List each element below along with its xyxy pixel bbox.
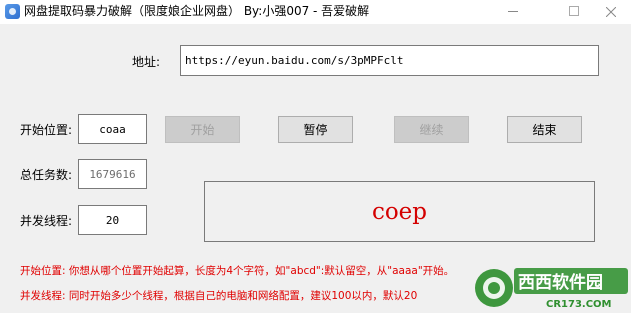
watermark-brand: 西西软件园 — [518, 272, 603, 293]
threads-input[interactable]: 20 — [78, 205, 147, 235]
resume-button[interactable]: 继续 — [394, 116, 469, 143]
address-label: 地址: — [132, 55, 161, 69]
maximize-icon — [569, 6, 579, 16]
pause-button[interactable]: 暂停 — [278, 116, 353, 143]
window-title: 网盘提取码暴力破解（限度娘企业网盘） By:小强007 - 吾爱破解 — [24, 4, 370, 18]
end-button[interactable]: 结束 — [507, 116, 582, 143]
watermark-domain: CR173.COM — [546, 299, 612, 310]
total-tasks-label: 总任务数: — [20, 168, 73, 182]
close-button[interactable] — [588, 0, 631, 24]
help-start-position: 开始位置: 你想从哪个位置开始起算，长度为4个字符，如"abcd":默认留空，从… — [20, 265, 455, 277]
close-icon — [605, 6, 617, 18]
minimize-icon — [508, 10, 518, 12]
start-position-label: 开始位置: — [20, 123, 73, 137]
title-bar: 网盘提取码暴力破解（限度娘企业网盘） By:小强007 - 吾爱破解 — [0, 0, 631, 24]
address-input[interactable]: https://eyun.baidu.com/s/3pMPFclt — [180, 45, 599, 76]
total-tasks-input[interactable]: 1679616 — [78, 159, 147, 189]
watermark-logo: 西西软件园 CR173.COM — [470, 262, 631, 313]
help-threads: 并发线程: 同时开始多少个线程，根据自己的电脑和网络配置，建议100以内，默认2… — [20, 290, 418, 302]
app-icon — [5, 4, 20, 19]
minimize-button[interactable] — [490, 0, 536, 24]
start-position-input[interactable]: coaa — [78, 114, 147, 144]
app-window: 网盘提取码暴力破解（限度娘企业网盘） By:小强007 - 吾爱破解 地址: h… — [0, 0, 631, 313]
current-code-display: coep — [204, 181, 595, 242]
threads-label: 并发线程: — [20, 214, 73, 228]
start-button[interactable]: 开始 — [165, 116, 240, 143]
